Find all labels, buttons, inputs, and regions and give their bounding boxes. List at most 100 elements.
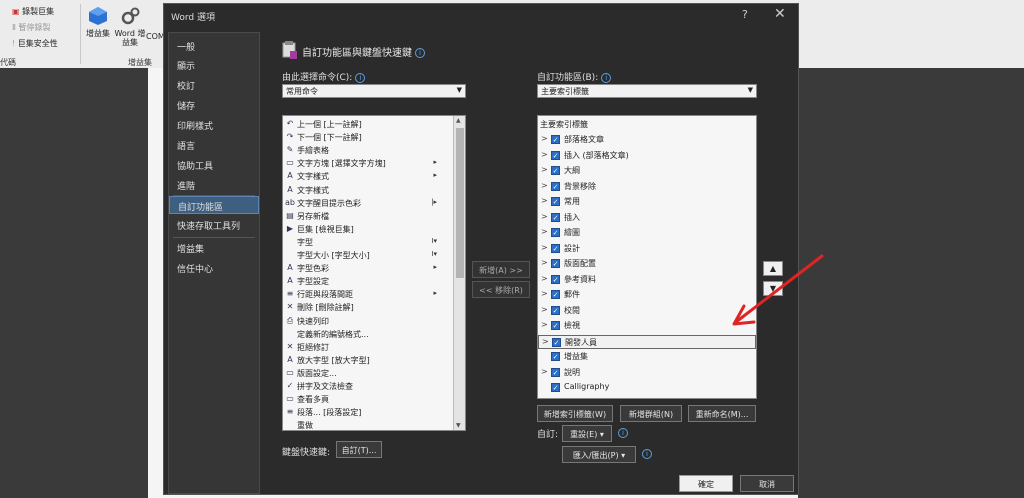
tab-checkbox[interactable]: ✓ <box>551 290 560 299</box>
sidebar-item-trust-center[interactable]: 信任中心 <box>169 259 259 277</box>
close-button[interactable]: ✕ <box>774 6 786 22</box>
command-item[interactable]: A 字型色彩 ▸ <box>283 262 451 275</box>
scrollbar-thumb[interactable] <box>456 128 464 278</box>
ribbon-tab-item[interactable]: > ✓ 插入 <box>538 211 756 225</box>
scroll-down-icon[interactable]: ▼ <box>456 422 461 429</box>
com-addins-label[interactable]: COM <box>146 32 165 41</box>
addins-button[interactable]: 增益集 <box>86 6 110 38</box>
word-addins-button[interactable]: Word 增益集 <box>114 6 146 47</box>
tab-checkbox[interactable]: ✓ <box>551 383 560 392</box>
tab-checkbox[interactable]: ✓ <box>551 181 560 191</box>
expand-chevron-icon[interactable]: > <box>541 134 548 143</box>
command-item[interactable]: A 文字樣式 <box>283 184 451 197</box>
command-item[interactable]: ✕ 拒絕修訂 <box>283 341 451 354</box>
tab-checkbox[interactable]: ✓ <box>551 243 560 253</box>
expand-chevron-icon[interactable]: > <box>541 274 548 283</box>
sidebar-item-general[interactable]: 一般 <box>169 37 259 55</box>
expand-chevron-icon[interactable]: > <box>541 165 548 174</box>
command-item[interactable]: ▭ 版面設定... <box>283 367 451 380</box>
customize-ribbon-dropdown[interactable]: 主要索引標籤 ▼ <box>537 84 757 98</box>
command-item[interactable]: ▤ 另存新檔 <box>283 210 451 223</box>
expand-chevron-icon[interactable]: > <box>541 305 548 314</box>
ribbon-tab-item[interactable]: > ✓ 說明 <box>538 366 756 380</box>
sidebar-item-addins[interactable]: 增益集 <box>169 239 259 257</box>
command-item[interactable]: ▭ 查看多頁 <box>283 393 451 406</box>
sidebar-item-quick-access[interactable]: 快速存取工具列 <box>169 216 259 234</box>
command-item[interactable]: ≡ 行距與段落間距 ▸ <box>283 288 451 301</box>
command-item[interactable]: 定義新的編號格式... <box>283 328 451 341</box>
sidebar-item-proofing[interactable]: 校訂 <box>169 76 259 94</box>
command-item[interactable]: ✎ 手繪表格 <box>283 144 451 157</box>
import-export-button[interactable]: 匯入/匯出(P) ▾ <box>562 446 636 463</box>
tab-checkbox[interactable]: ✓ <box>551 197 560 206</box>
expand-chevron-icon[interactable]: > <box>541 367 548 376</box>
new-tab-button[interactable]: 新增索引標籤(W) <box>537 405 613 422</box>
commands-list[interactable]: ↶ 上一個 [上一註解] ↷ 下一個 [下一註解] ✎ 手繪表格 ▭ 文字方塊 [選擇文字方塊… <box>282 115 466 431</box>
tab-checkbox[interactable]: ✓ <box>551 228 560 237</box>
command-item[interactable]: ↶ 上一個 [上一註解] <box>283 118 451 131</box>
ok-button[interactable]: 確定 <box>679 475 733 492</box>
command-item[interactable]: ▶ 巨集 [檢視巨集] <box>283 223 451 236</box>
ribbon-tab-item[interactable]: > ✓ 插入 (部落格文章) <box>538 149 756 163</box>
tab-checkbox[interactable]: ✓ <box>552 337 561 347</box>
record-macro-button[interactable]: ▣ 錄製巨集 <box>12 6 54 17</box>
tab-checkbox[interactable]: ✓ <box>551 305 560 315</box>
expand-chevron-icon[interactable]: > <box>541 212 548 221</box>
command-item[interactable]: 字型 I▾ <box>283 236 451 249</box>
tab-checkbox[interactable]: ✓ <box>551 135 560 144</box>
command-item[interactable]: ⎙ 快速列印 <box>283 315 451 328</box>
expand-chevron-icon[interactable]: > <box>541 243 548 252</box>
expand-chevron-icon[interactable]: > <box>541 227 548 236</box>
sidebar-item-accessibility[interactable]: 協助工具 <box>169 156 259 174</box>
sidebar-item-language[interactable]: 語言 <box>169 136 259 154</box>
ribbon-tab-item[interactable]: > ✓ 常用 <box>538 195 756 209</box>
ribbon-tab-item[interactable]: ✓ Calligraphy <box>538 381 756 395</box>
tab-checkbox[interactable]: ✓ <box>551 166 560 175</box>
cancel-button[interactable]: 取消 <box>740 475 794 492</box>
tab-checkbox[interactable]: ✓ <box>551 367 560 377</box>
tab-checkbox[interactable]: ✓ <box>551 274 560 284</box>
pause-recording-button[interactable]: Ⅱ 暫停錄製 <box>12 22 50 33</box>
ribbon-tab-item[interactable]: > ✓ 繪圖 <box>538 226 756 240</box>
sidebar-item-customize-ribbon[interactable]: 自訂功能區 <box>169 196 259 214</box>
choose-commands-dropdown[interactable]: 常用命令 ▼ <box>282 84 466 98</box>
commands-scrollbar[interactable]: ▲ ▼ <box>453 116 465 430</box>
expand-chevron-icon[interactable]: > <box>541 196 548 205</box>
help-button[interactable]: ? <box>742 8 748 21</box>
keyboard-customize-button[interactable]: 自訂(T)... <box>336 441 382 458</box>
ribbon-tab-item[interactable]: > ✓ 大綱 <box>538 164 756 178</box>
command-item[interactable]: A 放大字型 [放大字型] <box>283 354 451 367</box>
expand-chevron-icon[interactable]: > <box>541 181 548 190</box>
command-item[interactable]: ✕ 刪除 [刪除註解] <box>283 301 451 314</box>
ribbon-tab-item[interactable]: > ✓ 背景移除 <box>538 180 756 194</box>
sidebar-item-typography[interactable]: 印刷樣式 <box>169 116 259 134</box>
tab-checkbox[interactable]: ✓ <box>551 150 560 160</box>
macro-security-button[interactable]: ! 巨集安全性 <box>12 38 58 49</box>
reset-button[interactable]: 重設(E) ▾ <box>562 425 612 442</box>
rename-button[interactable]: 重新命名(M)... <box>688 405 756 422</box>
remove-button[interactable]: << 移除(R) <box>472 281 530 298</box>
command-item[interactable]: 字型大小 [字型大小] I▾ <box>283 249 451 262</box>
expand-chevron-icon[interactable]: > <box>541 150 548 159</box>
command-item[interactable]: ▭ 文字方塊 [選擇文字方塊] ▸ <box>283 157 451 170</box>
expand-chevron-icon[interactable]: > <box>542 337 549 346</box>
sidebar-item-display[interactable]: 顯示 <box>169 56 259 74</box>
sidebar-item-save[interactable]: 儲存 <box>169 96 259 114</box>
command-item[interactable]: ↷ 下一個 [下一註解] <box>283 131 451 144</box>
add-button[interactable]: 新增(A) >> <box>472 261 530 278</box>
command-item[interactable]: ab 文字醒目提示色彩 |▸ <box>283 197 451 210</box>
command-item[interactable]: A 字型設定 <box>283 275 451 288</box>
tab-checkbox[interactable]: ✓ <box>551 212 560 222</box>
new-group-button[interactable]: 新增群組(N) <box>620 405 682 422</box>
expand-chevron-icon[interactable]: > <box>541 258 548 267</box>
command-item[interactable]: 重做 <box>283 419 451 430</box>
scroll-up-icon[interactable]: ▲ <box>456 117 461 124</box>
expand-chevron-icon[interactable]: > <box>541 289 548 298</box>
ribbon-tab-item[interactable]: ✓ 增益集 <box>538 350 756 364</box>
tab-checkbox[interactable]: ✓ <box>551 321 560 330</box>
command-item[interactable]: A 文字樣式 ▸ <box>283 170 451 183</box>
tab-checkbox[interactable]: ✓ <box>551 259 560 268</box>
tab-checkbox[interactable]: ✓ <box>551 352 560 361</box>
sidebar-item-advanced[interactable]: 進階 <box>169 176 259 194</box>
command-item[interactable]: ≡ 段落... [段落設定] <box>283 406 451 419</box>
